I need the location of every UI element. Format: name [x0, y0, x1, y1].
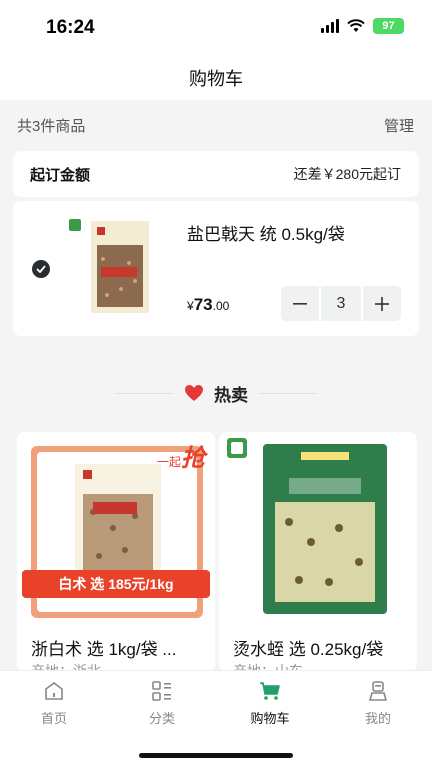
tab-cart[interactable]: 购物车	[230, 679, 310, 727]
battery-level: 97	[382, 20, 395, 32]
item-count: 共3件商品	[17, 117, 86, 135]
hot-item-name: 浙白术 选 1kg/袋 ...	[31, 640, 177, 659]
divider	[114, 392, 174, 394]
signal-icon	[321, 19, 339, 33]
promo-badge-small: 一起	[157, 455, 182, 469]
checkbox-checked-icon[interactable]	[32, 260, 50, 278]
tab-label: 首页	[40, 711, 67, 726]
promo-text: 白术 选 185元/1kg	[58, 576, 174, 592]
home-icon	[45, 682, 63, 700]
cart-summary: 共3件商品 管理	[0, 100, 432, 150]
hot-section-title: 热卖	[214, 385, 248, 405]
min-order-card: 起订金额 还差￥280元起订	[13, 151, 419, 197]
tab-label: 分类	[148, 711, 175, 726]
nav-bar: 购物车	[0, 56, 432, 100]
profile-icon	[368, 681, 388, 701]
quantity-value[interactable]: 3	[321, 286, 361, 321]
cart-item: 盐巴戟天 统 0.5kg/袋 ¥73.00 3	[13, 201, 419, 336]
page-title: 购物车	[189, 69, 243, 89]
quantity-stepper: 3	[281, 286, 403, 321]
promo-badge-big: 抢	[181, 445, 206, 472]
heart-icon	[185, 385, 203, 401]
decrease-button[interactable]	[281, 286, 319, 321]
battery-icon: 97	[373, 18, 404, 34]
price-decimal: .00	[212, 299, 230, 313]
minus-icon	[293, 302, 307, 305]
product-image[interactable]	[69, 219, 165, 315]
price-symbol: ¥	[187, 299, 194, 313]
hot-section-header: 热卖	[0, 378, 432, 408]
tab-category[interactable]: 分类	[122, 679, 202, 727]
manage-button[interactable]: 管理	[384, 115, 414, 136]
price-integer: 73	[193, 295, 213, 314]
hot-item-name: 烫水蛭 选 0.25kg/袋	[233, 640, 384, 659]
tab-profile[interactable]: 我的	[338, 679, 418, 727]
category-icon	[152, 681, 171, 701]
divider	[258, 392, 318, 394]
hot-item-card[interactable]: 烫水蛭 选 0.25kg/袋 产地：山东	[219, 432, 417, 672]
wifi-icon	[347, 19, 365, 32]
hot-item-card[interactable]: 一起抢 白术 选 185元/1kg 浙白术 选 1kg/袋 ... 产地：浙北	[17, 432, 215, 672]
promo-ribbon: 白术 选 185元/1kg	[22, 570, 210, 598]
tab-label: 购物车	[250, 711, 290, 726]
home-indicator	[139, 753, 293, 758]
status-bar: 16:24 97	[0, 0, 432, 56]
tab-home[interactable]: 首页	[14, 679, 94, 727]
item-price: ¥73.00	[187, 295, 229, 315]
status-icons: 97	[321, 18, 404, 34]
status-time: 16:24	[46, 17, 95, 38]
min-order-gap: 还差￥280元起订	[293, 166, 401, 182]
item-name[interactable]: 盐巴戟天 统 0.5kg/袋	[187, 220, 345, 245]
product-image	[219, 432, 417, 622]
min-order-label: 起订金额	[30, 166, 91, 184]
plus-icon	[375, 296, 389, 311]
cart-icon	[260, 682, 280, 700]
increase-button[interactable]	[363, 286, 401, 321]
tab-label: 我的	[364, 711, 391, 726]
promo-badge: 一起抢	[157, 438, 205, 473]
